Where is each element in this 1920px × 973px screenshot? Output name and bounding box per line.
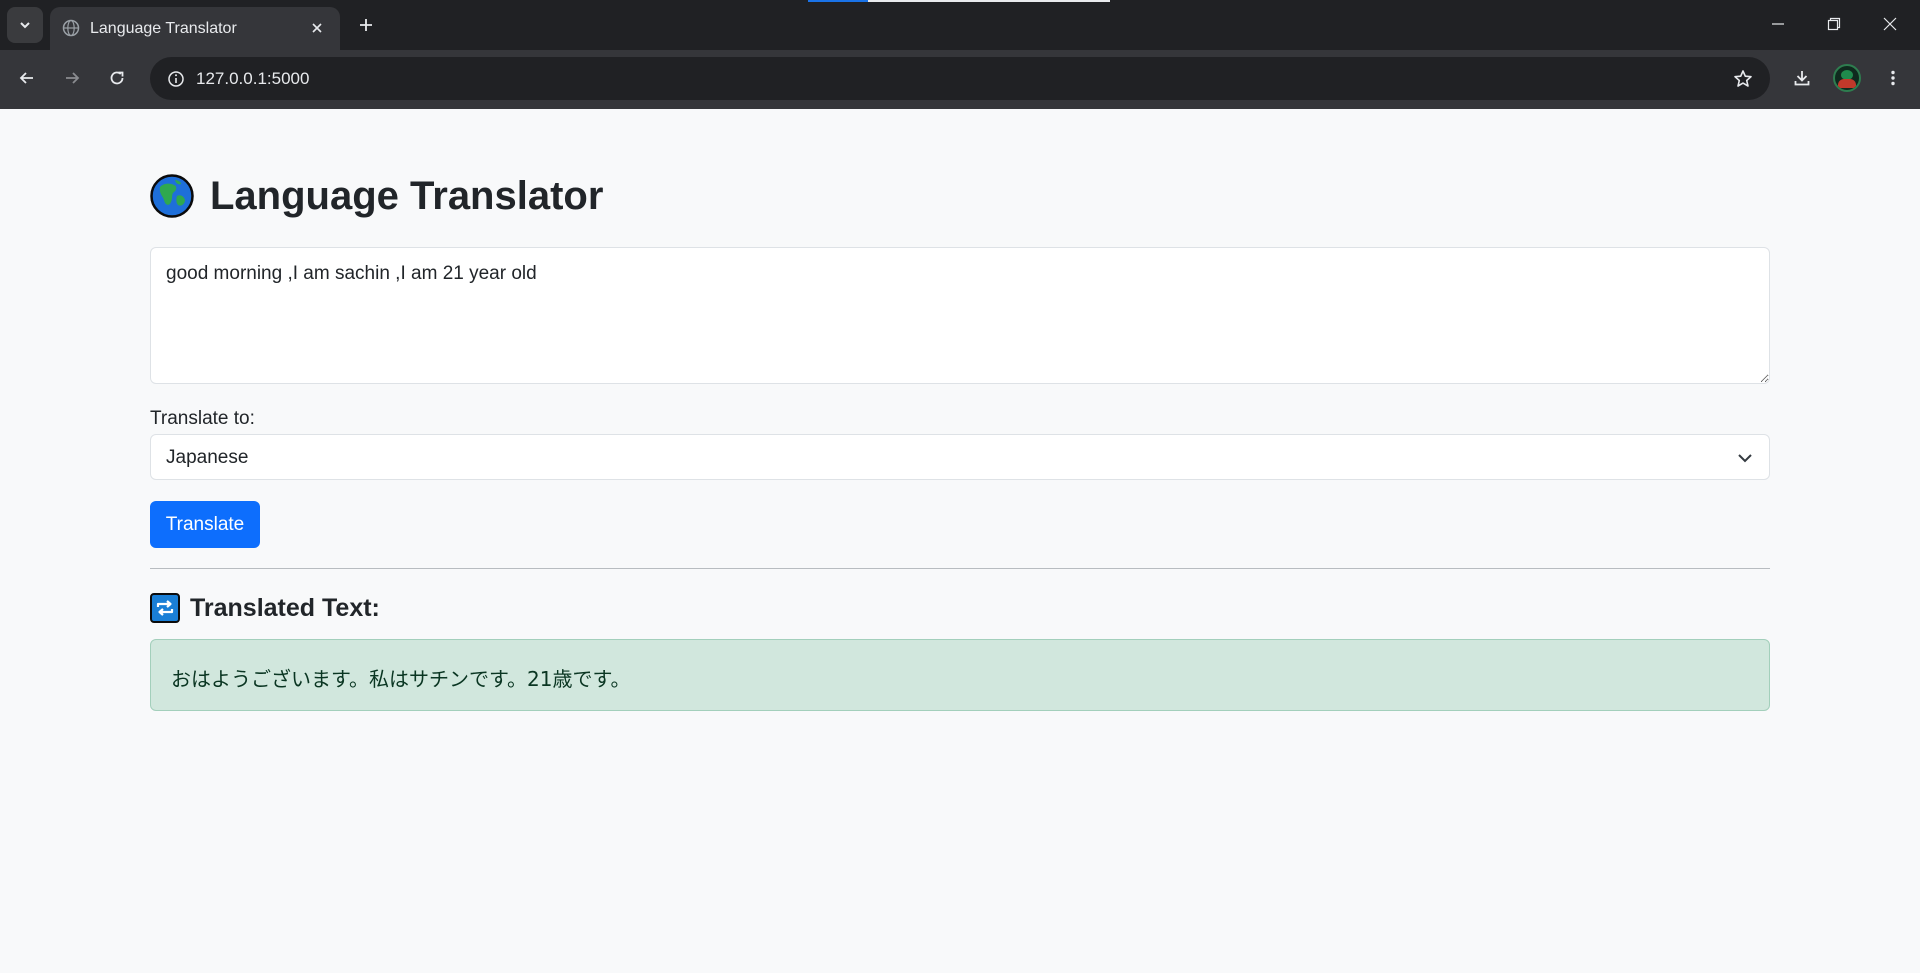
- browser-toolbar: 127.0.0.1:5000: [0, 50, 1920, 109]
- reload-button[interactable]: [99, 60, 135, 96]
- globe-favicon-icon: [62, 19, 80, 37]
- chevron-down-icon: [1738, 454, 1752, 463]
- tab-title: Language Translator: [90, 20, 237, 37]
- loading-progress-bar: [808, 0, 1110, 2]
- divider: [150, 568, 1770, 569]
- arrow-right-icon: [66, 72, 80, 84]
- result-heading: Translated Text:: [150, 591, 380, 625]
- repeat-icon: [150, 593, 180, 623]
- back-button[interactable]: [9, 60, 45, 96]
- result-heading-text: Translated Text:: [190, 593, 380, 622]
- more-vertical-icon: [1891, 70, 1895, 86]
- target-language-select[interactable]: Japanese: [150, 434, 1770, 480]
- minimize-button[interactable]: [1750, 0, 1806, 48]
- reload-icon: [110, 71, 124, 85]
- profile-avatar[interactable]: [1833, 64, 1861, 92]
- downloads-button[interactable]: [1784, 60, 1820, 96]
- active-tab[interactable]: Language Translator: [50, 7, 340, 50]
- restore-icon: [1827, 17, 1841, 31]
- forward-button[interactable]: [54, 60, 90, 96]
- translation-result: おはようございます。私はサチンです。21歳です。: [150, 639, 1770, 711]
- translate-button[interactable]: Translate: [150, 501, 260, 548]
- translated-text: おはようございます。私はサチンです。21歳です。: [171, 667, 631, 691]
- info-icon: [167, 70, 184, 87]
- browser-tab-bar: Language Translator: [0, 0, 1920, 50]
- source-text-input[interactable]: good morning ,I am sachin ,I am 21 year …: [150, 247, 1770, 384]
- site-info-button[interactable]: [160, 63, 191, 94]
- close-window-button[interactable]: [1862, 0, 1918, 48]
- address-bar[interactable]: 127.0.0.1:5000: [150, 57, 1770, 100]
- arrow-left-icon: [19, 72, 33, 84]
- tab-search-button[interactable]: [7, 7, 43, 43]
- download-icon: [1794, 71, 1810, 86]
- browser-menu-button[interactable]: [1875, 60, 1911, 96]
- url-text[interactable]: 127.0.0.1:5000: [196, 69, 309, 89]
- page-heading: Language Translator: [150, 171, 603, 221]
- plus-icon: [360, 19, 372, 31]
- restore-button[interactable]: [1806, 0, 1862, 48]
- close-icon: [1883, 17, 1897, 31]
- selected-language: Japanese: [166, 447, 249, 468]
- chevron-down-icon: [20, 22, 30, 29]
- bookmark-button[interactable]: [1727, 63, 1758, 94]
- star-icon: [1733, 69, 1752, 87]
- minimize-icon: [1772, 23, 1784, 25]
- target-language-label: Translate to:: [150, 408, 255, 429]
- tab-close-button[interactable]: [304, 15, 330, 41]
- globe-icon: [150, 174, 194, 218]
- close-icon: [312, 23, 322, 33]
- page-title: Language Translator: [210, 173, 604, 218]
- new-tab-button[interactable]: [350, 9, 382, 41]
